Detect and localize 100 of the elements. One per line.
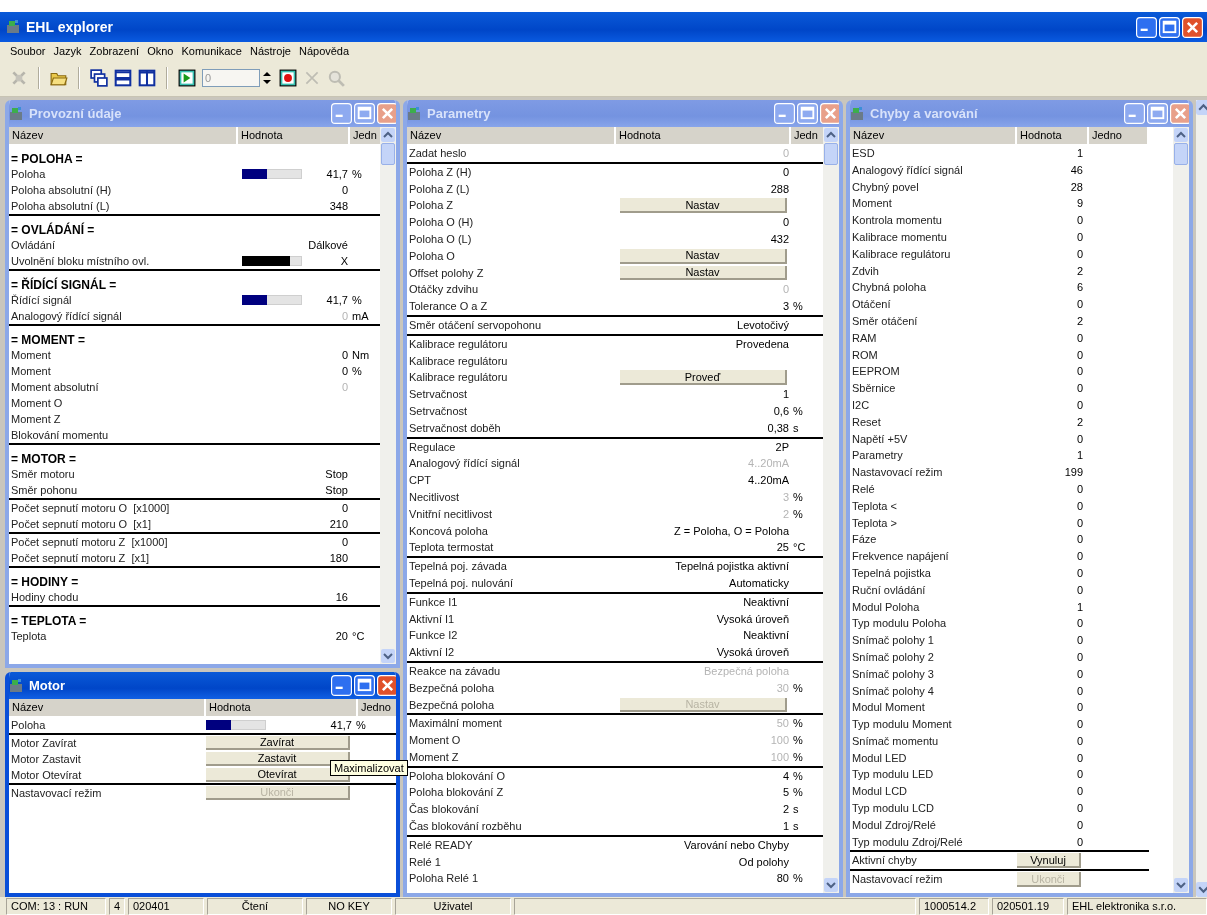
property-name: Kalibrace regulátoru: [408, 370, 509, 386]
column-header[interactable]: Jedn: [791, 127, 823, 144]
maximize-button[interactable]: [354, 103, 375, 124]
scroll-down-icon[interactable]: [381, 649, 395, 663]
action-button[interactable]: Nastav: [620, 265, 787, 281]
property-value: 0: [1076, 549, 1083, 565]
property-name: Setrvačnost: [408, 403, 469, 419]
action-button[interactable]: Vynuluj: [1017, 853, 1081, 869]
column-header[interactable]: Jedn: [350, 127, 380, 144]
property-name: Frekvence napájení: [851, 549, 950, 565]
column-header[interactable]: Název: [9, 699, 204, 716]
column-header[interactable]: Hodnota: [206, 699, 356, 716]
property-value: 199: [1064, 465, 1083, 481]
property-name: Poloha Z (H): [408, 164, 473, 180]
property-value: 348: [329, 199, 348, 214]
cascade-windows-icon[interactable]: [90, 69, 108, 87]
app-title: EHL explorer: [26, 19, 114, 35]
scroll-up-icon[interactable]: [1174, 128, 1188, 142]
play-icon[interactable]: [178, 69, 196, 87]
property-name: Typ modulu LCD: [851, 801, 935, 817]
section-heading: = OVLÁDÁNÍ =: [10, 221, 96, 237]
action-button[interactable]: Nastav: [620, 198, 787, 214]
scroll-down-icon[interactable]: [1174, 878, 1188, 892]
column-header[interactable]: Hodnota: [238, 127, 348, 144]
scroll-up-icon[interactable]: [381, 128, 395, 142]
scroll-up-icon[interactable]: [1196, 100, 1207, 115]
property-name: Aktivní I2: [408, 645, 456, 661]
property-name: Analogový řídící signál: [10, 309, 123, 324]
property-name: Zadat heslo: [408, 146, 468, 161]
action-button[interactable]: Zavírat: [206, 736, 350, 750]
property-value: Bezpečná poloha: [704, 663, 789, 679]
scroll-down-icon[interactable]: [1196, 882, 1207, 897]
restore-button[interactable]: [1159, 16, 1180, 38]
maximize-button[interactable]: [354, 675, 375, 696]
column-header[interactable]: Jedno: [358, 699, 396, 716]
property-name: Směr pohonu: [10, 483, 79, 498]
menu-item[interactable]: Nápověda: [294, 45, 354, 57]
property-name: Regulace: [408, 439, 457, 455]
scrollbar[interactable]: [1196, 100, 1207, 897]
menu-item[interactable]: Soubor: [6, 45, 50, 57]
scroll-thumb[interactable]: [381, 143, 395, 165]
property-name: Poloha O (L): [408, 232, 473, 247]
column-header[interactable]: Název: [9, 127, 236, 144]
property-value: 0: [782, 146, 789, 161]
unit-label: %: [793, 717, 803, 730]
record-icon[interactable]: [279, 69, 297, 87]
property-value: 30: [776, 680, 789, 696]
app-icon: [9, 105, 23, 122]
property-value: 0: [1076, 767, 1083, 783]
property-name: Čas blokování: [408, 802, 480, 818]
scroll-thumb[interactable]: [1174, 143, 1188, 165]
property-value: 3: [782, 299, 789, 315]
property-value: 0: [1076, 381, 1083, 397]
menu-item[interactable]: Komunikace: [177, 45, 246, 57]
property-name: Moment: [851, 196, 893, 212]
column-header[interactable]: Název: [407, 127, 614, 144]
property-value: Vysoká úroveň: [716, 645, 789, 661]
property-name: Typ modulu Moment: [851, 717, 953, 733]
close-button[interactable]: [377, 675, 396, 696]
menu-item[interactable]: Jazyk: [49, 45, 86, 57]
unit-label: %: [793, 786, 803, 799]
property-name: Počet sepnutí motoru O [x1]: [10, 517, 152, 532]
property-value: Stop: [325, 467, 348, 482]
spin-arrows-icon[interactable]: [261, 70, 273, 86]
scrollbar[interactable]: [823, 127, 839, 893]
maximize-button[interactable]: [797, 103, 818, 124]
minimize-button[interactable]: [1136, 16, 1157, 38]
property-name: Směr motoru: [10, 467, 76, 482]
scroll-down-icon[interactable]: [824, 878, 838, 892]
property-name: Relé: [851, 481, 876, 497]
menu-item[interactable]: Zobrazení: [85, 45, 144, 57]
scrollbar[interactable]: [1173, 127, 1189, 893]
property-name: Moment: [10, 348, 52, 363]
scrollbar[interactable]: [380, 127, 396, 664]
menu-item[interactable]: Okno: [143, 45, 178, 57]
property-value: 0: [1076, 616, 1083, 632]
menu-item[interactable]: Nástroje: [246, 45, 295, 57]
column-header[interactable]: Hodnota: [616, 127, 789, 144]
property-name: Funkce I2: [408, 628, 459, 644]
action-button[interactable]: Nastav: [620, 248, 787, 264]
unit-label: %: [793, 750, 803, 763]
property-value: 100: [770, 733, 789, 749]
tile-horizontal-icon[interactable]: [114, 69, 132, 87]
property-name: Maximální moment: [408, 716, 503, 732]
property-value: 1: [1076, 599, 1083, 615]
unit-label: %: [793, 507, 803, 520]
property-name: Teplota termostat: [408, 540, 495, 556]
scroll-up-icon[interactable]: [824, 128, 838, 142]
tile-vertical-icon[interactable]: [138, 69, 156, 87]
maximize-button[interactable]: [1147, 103, 1168, 124]
minimize-button[interactable]: [331, 675, 352, 696]
scroll-thumb[interactable]: [824, 143, 838, 165]
column-header[interactable]: Název: [850, 127, 1015, 144]
close-button[interactable]: [1182, 16, 1203, 38]
property-value: 4..20mA: [748, 473, 789, 489]
action-button[interactable]: Proveď: [620, 370, 787, 386]
property-value: 2: [1076, 414, 1083, 430]
property-name: Motor Zavírat: [10, 736, 78, 751]
column-header[interactable]: Hodnota: [1017, 127, 1087, 144]
column-header[interactable]: Jedno: [1089, 127, 1147, 144]
